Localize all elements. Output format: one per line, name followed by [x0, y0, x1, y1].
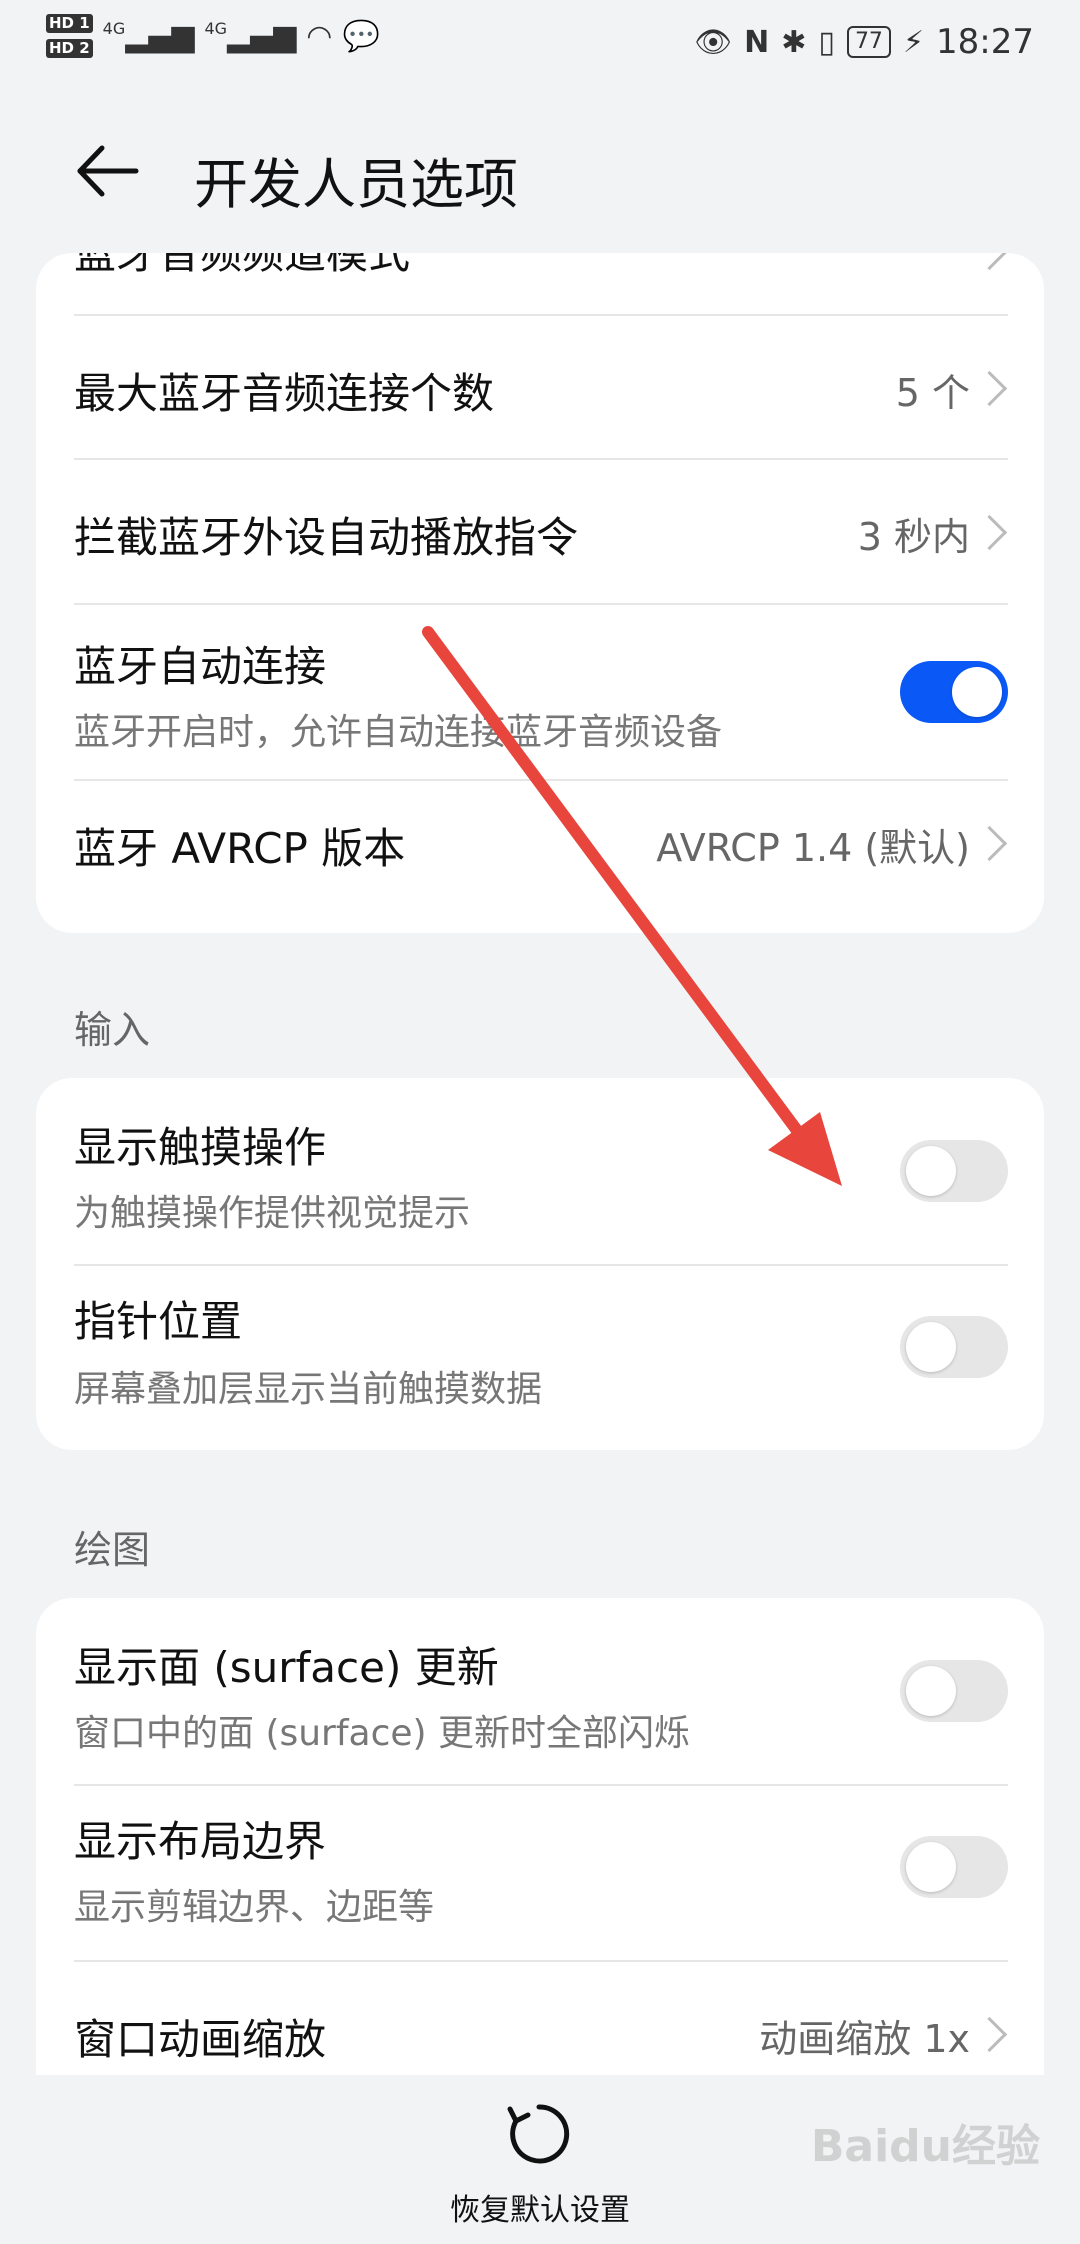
refresh-icon	[507, 2104, 570, 2164]
list-item-max-bt-connections[interactable]: 最大蓝牙音频连接个数 5 个	[74, 316, 1044, 460]
list-item-window-animation-scale[interactable]: 窗口动画缩放 动画缩放 1x	[74, 1962, 1044, 2075]
row-value: 动画缩放 1x	[759, 2017, 970, 2061]
bluetooth-card: 蓝牙音频频道模式 最大蓝牙音频连接个数 5 个 拦截蓝牙外设自动播放指令 3 秒…	[36, 253, 1044, 933]
wifi-icon: ◠	[306, 18, 333, 54]
sim-indicators: HD 1 HD 2	[46, 14, 93, 58]
row-title: 蓝牙 AVRCP 版本	[74, 824, 406, 873]
drawing-card: 显示面 (surface) 更新 窗口中的面 (surface) 更新时全部闪烁…	[36, 1598, 1044, 2075]
nfc-icon: N	[744, 24, 770, 60]
input-card: 显示触摸操作 为触摸操作提供视觉提示 指针位置 屏幕叠加层显示当前触摸数据	[36, 1078, 1044, 1450]
row-subtitle: 窗口中的面 (surface) 更新时全部闪烁	[74, 1713, 691, 1754]
back-arrow-icon	[77, 145, 139, 197]
toggle-knob	[906, 1146, 956, 1196]
clock: 18:27	[936, 22, 1034, 62]
bluetooth-icon: ✱	[781, 24, 807, 60]
row-title: 显示面 (surface) 更新	[74, 1643, 499, 1692]
status-right: 👁 N ✱ ▯ 77 ⚡ 18:27	[694, 22, 1034, 62]
section-label-input: 输入	[74, 1008, 151, 1052]
row-value: 3 秒内	[857, 515, 970, 559]
row-title: 指针位置	[74, 1297, 243, 1346]
pointer-location-toggle[interactable]	[900, 1316, 1008, 1378]
layout-bounds-toggle[interactable]	[900, 1836, 1008, 1898]
section-label-drawing: 绘图	[74, 1528, 151, 1572]
row-title: 窗口动画缩放	[74, 2015, 327, 2064]
charging-icon: ⚡	[902, 24, 925, 60]
reset-button[interactable]	[506, 2101, 572, 2167]
reset-label[interactable]: 恢复默认设置	[0, 2185, 1080, 2229]
row-subtitle: 屏幕叠加层显示当前触摸数据	[74, 1369, 543, 1410]
signal2-icon: 4G▂▄▆	[204, 18, 297, 54]
row-title: 显示布局边界	[74, 1817, 327, 1866]
toggle-knob	[952, 667, 1002, 717]
list-item-pointer-location[interactable]: 指针位置 屏幕叠加层显示当前触摸数据	[74, 1266, 1044, 1450]
chevron-right-icon	[971, 253, 1008, 271]
row-title: 蓝牙自动连接	[74, 642, 327, 691]
list-item-bt-auto-connect[interactable]: 蓝牙自动连接 蓝牙开启时，允许自动连接蓝牙音频设备	[74, 605, 1044, 779]
chevron-right-icon	[971, 825, 1008, 862]
bt-auto-connect-toggle[interactable]	[900, 661, 1008, 723]
list-item-show-touches[interactable]: 显示触摸操作 为触摸操作提供视觉提示	[74, 1078, 1044, 1264]
toggle-knob	[906, 1666, 956, 1716]
sim1-label: HD 1	[46, 14, 93, 33]
row-title: 显示触摸操作	[74, 1123, 327, 1172]
chevron-right-icon	[971, 370, 1008, 407]
status-bar: HD 1 HD 2 4G▂▄▆ 4G▂▄▆ ◠ 💬 👁 N ✱ ▯ 77 ⚡ 1…	[0, 0, 1080, 90]
settings-list[interactable]: 蓝牙音频频道模式 最大蓝牙音频连接个数 5 个 拦截蓝牙外设自动播放指令 3 秒…	[0, 253, 1080, 2075]
battery-indicator: 77	[846, 26, 891, 58]
signal1-icon: 4G▂▄▆	[102, 18, 195, 54]
wechat-icon: 💬	[342, 18, 380, 54]
chevron-right-icon	[971, 514, 1008, 551]
chevron-right-icon	[971, 2016, 1008, 2053]
back-button[interactable]	[72, 136, 142, 206]
list-item-block-autoplay[interactable]: 拦截蓝牙外设自动播放指令 3 秒内	[74, 460, 1044, 604]
row-subtitle: 蓝牙开启时，允许自动连接蓝牙音频设备	[74, 712, 723, 753]
row-value: 5 个	[895, 371, 970, 415]
row-value: AVRCP 1.4 (默认)	[656, 826, 970, 870]
list-item-layout-bounds[interactable]: 显示布局边界 显示剪辑边界、边距等	[74, 1786, 1044, 1960]
app-header: 开发人员选项	[0, 120, 1080, 220]
page-title: 开发人员选项	[194, 153, 518, 216]
toggle-knob	[906, 1322, 956, 1372]
status-left: HD 1 HD 2 4G▂▄▆ 4G▂▄▆ ◠ 💬	[46, 14, 380, 58]
sim2-label: HD 2	[46, 39, 93, 58]
row-title: 拦截蓝牙外设自动播放指令	[74, 513, 579, 562]
vibrate-icon: ▯	[818, 24, 835, 60]
row-subtitle: 显示剪辑边界、边距等	[74, 1887, 435, 1928]
watermark-logo: Baidu经验	[810, 2121, 1040, 2172]
signal2-label: 4G	[204, 18, 228, 38]
list-item-bt-codec[interactable]: 蓝牙音频频道模式	[74, 253, 1044, 298]
surface-updates-toggle[interactable]	[900, 1660, 1008, 1722]
list-item-avrcp-version[interactable]: 蓝牙 AVRCP 版本 AVRCP 1.4 (默认)	[74, 781, 1044, 925]
list-item-surface-updates[interactable]: 显示面 (surface) 更新 窗口中的面 (surface) 更新时全部闪烁	[74, 1598, 1044, 1784]
eye-icon: 👁	[694, 24, 733, 60]
show-touches-toggle[interactable]	[900, 1140, 1008, 1202]
row-subtitle: 为触摸操作提供视觉提示	[74, 1193, 471, 1234]
toggle-knob	[906, 1842, 956, 1892]
row-title: 蓝牙音频频道模式	[74, 253, 411, 278]
row-title: 最大蓝牙音频连接个数	[74, 369, 495, 418]
signal1-label: 4G	[102, 18, 126, 38]
